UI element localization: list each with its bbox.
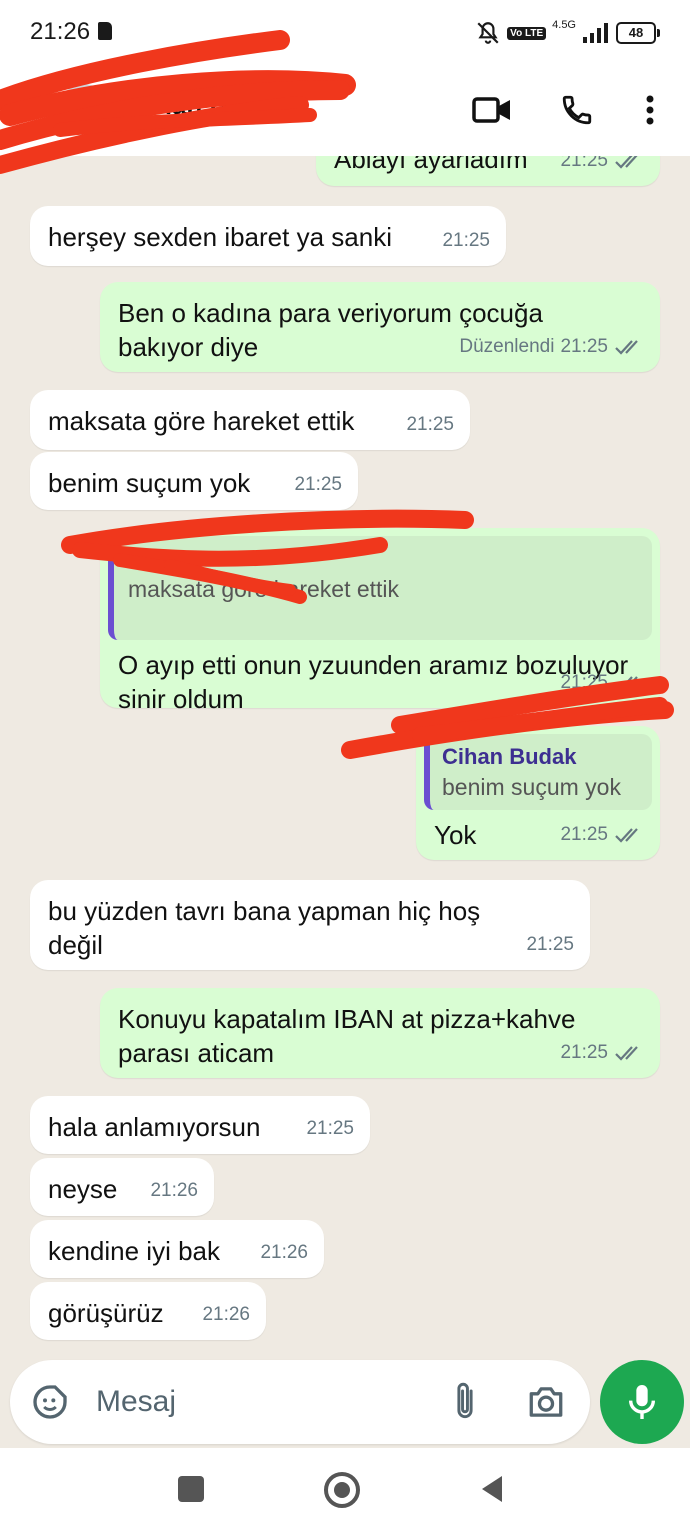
- signal-icon: [583, 23, 608, 43]
- message-meta: 21:25: [560, 818, 644, 852]
- message-time: 21:26: [202, 1304, 250, 1325]
- message-time: 21:25: [560, 336, 608, 357]
- message-meta: 21:25: [560, 666, 644, 700]
- quoted-sender: Cihan Budak: [442, 744, 577, 769]
- message-time: 21:25: [560, 1042, 608, 1063]
- contact-name[interactable]: Cihan Bu: [130, 90, 244, 121]
- message-text: görüşürüz: [48, 1298, 164, 1328]
- voice-call-icon[interactable]: [555, 88, 599, 132]
- message-outgoing-reply[interactable]: Cihan Budak benim suçum yok Yok 21:25: [416, 726, 660, 860]
- double-check-icon: [615, 676, 638, 691]
- voice-record-button[interactable]: [600, 1360, 684, 1444]
- quoted-message[interactable]: maksata göre hareket ettik: [108, 536, 652, 640]
- avatar[interactable]: [58, 84, 110, 136]
- message-time: 21:25: [560, 824, 608, 845]
- status-bar: 21:26 Vo LTE 4.5G 48: [0, 0, 690, 64]
- message-text: benim suçum yok: [48, 468, 251, 498]
- message-time: 21:25: [294, 474, 342, 495]
- double-check-icon: [615, 156, 638, 169]
- message-incoming[interactable]: neyse 21:26: [30, 1158, 214, 1216]
- message-text: neyse: [48, 1174, 118, 1204]
- message-incoming[interactable]: benim suçum yok 21:25: [30, 452, 358, 510]
- home-button[interactable]: [324, 1472, 360, 1508]
- video-call-icon[interactable]: [470, 88, 514, 132]
- sim-card-icon: [98, 22, 112, 40]
- message-time: 21:25: [560, 156, 608, 171]
- message-incoming[interactable]: kendine iyi bak 21:26: [30, 1220, 324, 1278]
- message-input-bar[interactable]: Mesaj: [10, 1360, 590, 1444]
- message-outgoing[interactable]: Ablayı ayarladım 21:25: [316, 156, 660, 186]
- message-time: 21:25: [526, 934, 574, 955]
- battery-icon: 48: [616, 22, 660, 44]
- recents-button[interactable]: [178, 1476, 204, 1502]
- message-time: 21:26: [260, 1242, 308, 1263]
- message-meta: Düzenlendi 21:25: [459, 330, 644, 364]
- message-text: Konuyu kapatalım IBAN at pizza+kahve par…: [118, 1004, 576, 1068]
- camera-icon[interactable]: [526, 1384, 566, 1420]
- message-text: bu yüzden tavrı bana yapman hiç hoş deği…: [48, 896, 481, 960]
- chat-header: ← Cihan Bu: [0, 64, 690, 156]
- attach-icon[interactable]: [450, 1380, 480, 1424]
- message-meta: 21:25: [560, 156, 644, 178]
- quoted-message[interactable]: Cihan Budak benim suçum yok: [424, 734, 652, 810]
- message-outgoing-reply[interactable]: maksata göre hareket ettik O ayıp etti o…: [100, 528, 660, 714]
- back-arrow-icon[interactable]: ←: [10, 94, 44, 133]
- message-incoming[interactable]: hala anlamıyorsun 21:25: [30, 1096, 370, 1154]
- message-text: maksata göre hareket ettik: [48, 406, 355, 436]
- home-dot: [334, 1482, 350, 1498]
- message-time: 21:25: [406, 414, 454, 435]
- message-time: 21:25: [442, 230, 490, 251]
- edited-label: Düzenlendi: [459, 336, 555, 357]
- network-type: 4.5G: [552, 19, 576, 31]
- message-input[interactable]: Mesaj: [96, 1385, 176, 1419]
- message-time: 21:26: [150, 1180, 198, 1201]
- message-incoming[interactable]: bu yüzden tavrı bana yapman hiç hoş deği…: [30, 880, 590, 970]
- system-nav-bar: [0, 1448, 690, 1533]
- double-check-icon: [615, 340, 638, 355]
- message-incoming[interactable]: maksata göre hareket ettik 21:25: [30, 390, 470, 450]
- message-text: Ablayı ayarladım: [334, 156, 528, 174]
- message-incoming[interactable]: görüşürüz 21:26: [30, 1282, 266, 1340]
- double-check-icon: [615, 1046, 638, 1061]
- status-time: 21:26: [30, 18, 91, 45]
- sticker-icon[interactable]: [30, 1382, 70, 1422]
- message-text: kendine iyi bak: [48, 1236, 220, 1266]
- message-text: herşey sexden ibaret ya sanki: [48, 222, 392, 252]
- double-check-icon: [615, 828, 638, 843]
- message-outgoing[interactable]: Konuyu kapatalım IBAN at pizza+kahve par…: [100, 988, 660, 1078]
- message-meta: 21:25: [560, 1036, 644, 1070]
- message-text: hala anlamıyorsun: [48, 1112, 261, 1142]
- back-button[interactable]: [478, 1474, 506, 1504]
- message-time: 21:25: [560, 672, 608, 693]
- volte-badge: Vo LTE: [507, 26, 547, 40]
- message-outgoing[interactable]: Ben o kadına para veriyorum çocuğa bakıy…: [100, 282, 660, 372]
- message-time: 21:25: [306, 1118, 354, 1139]
- microphone-icon: [628, 1385, 656, 1419]
- mute-bell-icon: [477, 22, 499, 44]
- more-options-icon[interactable]: [628, 88, 672, 132]
- quoted-text: benim suçum yok: [442, 774, 621, 800]
- status-icons: Vo LTE 4.5G 48: [475, 18, 660, 48]
- quoted-text: maksata göre hareket ettik: [128, 576, 400, 602]
- message-incoming[interactable]: herşey sexden ibaret ya sanki 21:25: [30, 206, 506, 266]
- chat-area[interactable]: Ablayı ayarladım 21:25 herşey sexden iba…: [0, 156, 690, 1448]
